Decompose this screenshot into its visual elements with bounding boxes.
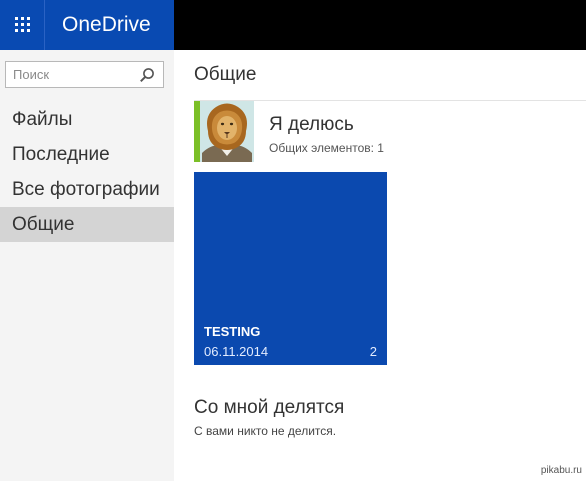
app-launcher-button[interactable]	[0, 0, 45, 50]
sidebar-item-shared[interactable]: Общие	[0, 207, 174, 242]
sidebar-item-files[interactable]: Файлы	[0, 102, 174, 137]
avatar	[200, 101, 254, 162]
page-title: Общие	[194, 64, 257, 85]
top-bar: OneDrive	[0, 0, 586, 50]
search-icon[interactable]	[139, 67, 155, 83]
tile-title: TESTING	[204, 324, 261, 339]
sidebar: Файлы Последние Все фотографии Общие	[0, 50, 174, 481]
brand-onedrive-link[interactable]: OneDrive	[45, 0, 174, 50]
search-box	[5, 61, 164, 88]
lion-avatar-icon	[200, 101, 254, 162]
share-count: Общих элементов: 1	[269, 141, 384, 155]
shared-with-me-heading: Со мной делятся	[194, 397, 345, 418]
share-name: Я делюсь	[269, 114, 354, 135]
empty-message: С вами никто не делится.	[194, 424, 337, 438]
waffle-icon	[15, 17, 30, 32]
sidebar-item-photos[interactable]: Все фотографии	[0, 172, 174, 207]
tile-date: 06.11.2014	[204, 344, 269, 359]
sidebar-item-recent[interactable]: Последние	[0, 137, 174, 172]
main-content: Общие Я делюсь Общих элементов: 1 TESTIN…	[174, 50, 586, 481]
shared-by-me-item[interactable]: Я делюсь Общих элементов: 1	[194, 100, 586, 162]
search-input[interactable]	[6, 62, 134, 87]
folder-tile-testing[interactable]: TESTING 06.11.2014 2	[194, 172, 387, 365]
tile-count: 2	[369, 344, 377, 359]
sidebar-nav: Файлы Последние Все фотографии Общие	[0, 102, 174, 242]
watermark: pikabu.ru	[540, 465, 582, 476]
